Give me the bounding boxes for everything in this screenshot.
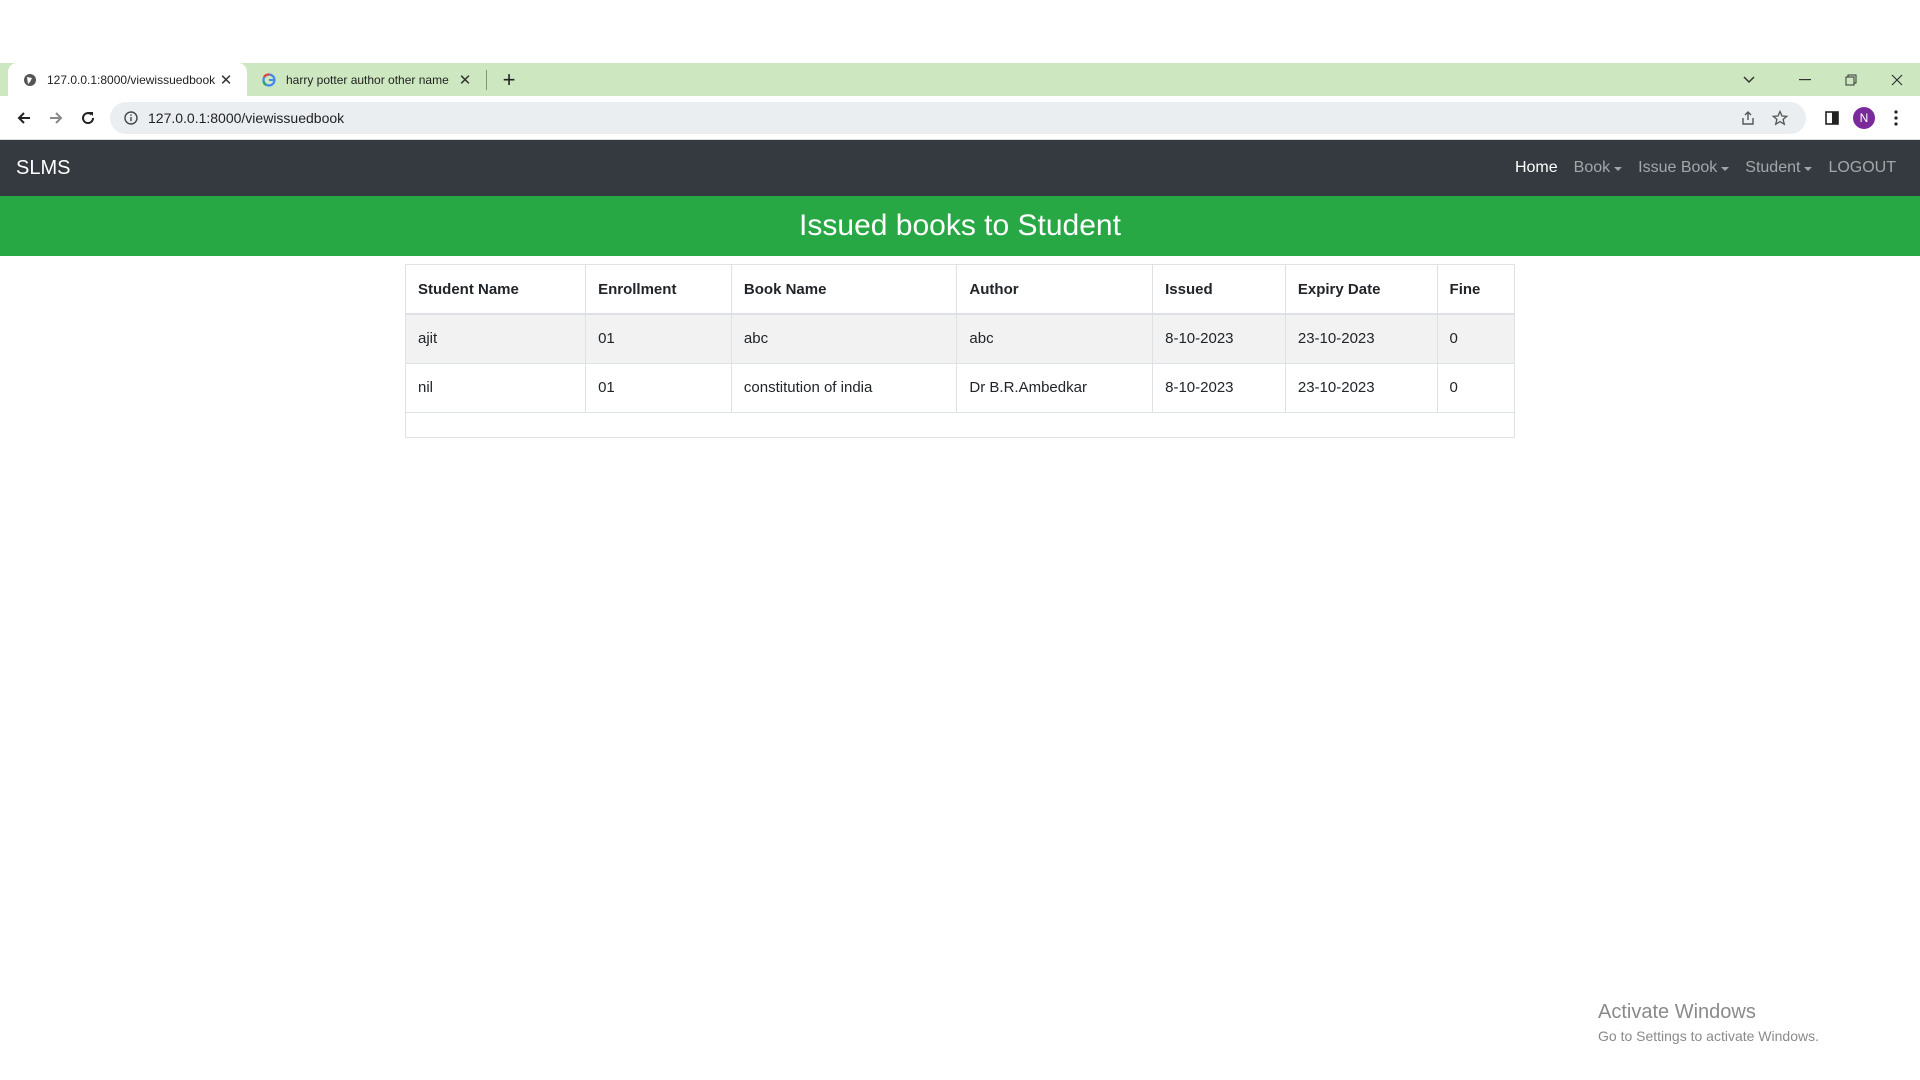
restore-button[interactable] — [1828, 63, 1874, 96]
column-header: Student Name — [406, 265, 587, 315]
watermark-title: Activate Windows — [1598, 1001, 1756, 1023]
brand-logo[interactable]: SLMS — [16, 157, 70, 180]
reload-button[interactable] — [72, 102, 104, 134]
table-footer — [406, 413, 1514, 437]
profile-avatar[interactable]: N — [1848, 102, 1880, 134]
table-cell: 8-10-2023 — [1152, 314, 1286, 364]
table-cell: 23-10-2023 — [1285, 314, 1438, 364]
issued-books-table: Student Name Enrollment Book Name Author… — [405, 264, 1515, 438]
nav-label: LOGOUT — [1828, 159, 1896, 176]
page-banner: Issued books to Student — [0, 196, 1920, 256]
table-cell: Dr B.R.Ambedkar — [956, 363, 1154, 413]
window-controls — [1726, 63, 1920, 96]
page-title: Issued books to Student — [799, 209, 1121, 242]
close-icon[interactable]: ✕ — [456, 71, 474, 89]
window-close-button[interactable] — [1874, 63, 1920, 96]
table-row: nil 01 constitution of india Dr B.R.Ambe… — [406, 363, 1514, 413]
menu-kebab-icon[interactable] — [1880, 102, 1912, 134]
minimize-button[interactable] — [1782, 63, 1828, 96]
column-header: Enrollment — [585, 265, 732, 315]
watermark-subtitle: Go to Settings to activate Windows. — [1598, 1028, 1819, 1044]
side-panel-icon[interactable] — [1816, 102, 1848, 134]
table-header-row: Student Name Enrollment Book Name Author… — [406, 265, 1514, 315]
caret-down-icon — [1804, 167, 1813, 171]
forward-button[interactable] — [40, 102, 72, 134]
avatar: N — [1853, 106, 1875, 129]
table-cell: 0 — [1437, 314, 1514, 364]
column-header: Fine — [1437, 265, 1514, 315]
caret-down-icon — [1614, 167, 1623, 171]
column-header: Book Name — [731, 265, 958, 315]
nav-student-dropdown[interactable]: Student — [1737, 159, 1820, 177]
tab-strip: 127.0.0.1:8000/viewissuedbook ✕ harry po… — [0, 63, 1920, 96]
nav-home[interactable]: Home — [1507, 159, 1566, 177]
close-icon[interactable]: ✕ — [217, 71, 235, 89]
google-icon — [261, 72, 277, 88]
table-cell: 0 — [1437, 363, 1514, 413]
windows-activation-watermark: Activate Windows Go to Settings to activ… — [1598, 1001, 1819, 1044]
table-cell: abc — [956, 314, 1154, 364]
column-header: Issued — [1152, 265, 1286, 315]
caret-down-icon — [1721, 167, 1730, 171]
table-row: ajit 01 abc abc 8-10-2023 23-10-2023 0 — [406, 314, 1514, 364]
table-cell: ajit — [406, 314, 587, 364]
table-cell: abc — [731, 314, 958, 364]
nav-issue-book-dropdown[interactable]: Issue Book — [1630, 159, 1737, 177]
tab-search-chevron-icon[interactable] — [1726, 63, 1772, 96]
bookmark-star-icon[interactable] — [1764, 104, 1796, 132]
tab-separator — [486, 69, 487, 90]
nav-book-dropdown[interactable]: Book — [1566, 159, 1630, 177]
nav-logout[interactable]: LOGOUT — [1820, 159, 1904, 177]
column-header: Author — [956, 265, 1154, 315]
browser-toolbar: 127.0.0.1:8000/viewissuedbook N — [0, 96, 1920, 140]
tab-title: harry potter author other name — [286, 72, 449, 87]
table-cell: nil — [406, 363, 587, 413]
globe-icon — [22, 72, 38, 88]
tab-google-search[interactable]: harry potter author other name ✕ — [247, 63, 486, 96]
info-icon[interactable] — [122, 109, 140, 127]
app-navbar: SLMS Home Book Issue Book Student LOGOUT — [0, 140, 1920, 196]
share-icon[interactable] — [1732, 104, 1764, 132]
new-tab-button[interactable]: + — [495, 66, 523, 94]
tab-viewissuedbook[interactable]: 127.0.0.1:8000/viewissuedbook ✕ — [8, 63, 247, 96]
column-header: Expiry Date — [1285, 265, 1438, 315]
url-text[interactable]: 127.0.0.1:8000/viewissuedbook — [148, 110, 1732, 126]
table-cell: constitution of india — [731, 363, 958, 413]
nav-label: Home — [1514, 159, 1558, 176]
tab-title: 127.0.0.1:8000/viewissuedbook — [47, 72, 216, 87]
address-bar[interactable]: 127.0.0.1:8000/viewissuedbook — [110, 101, 1806, 134]
table-cell: 8-10-2023 — [1152, 363, 1286, 413]
nav-label: Issue Book — [1638, 159, 1718, 176]
nav-label: Book — [1573, 159, 1611, 176]
table-cell: 23-10-2023 — [1285, 363, 1438, 413]
back-button[interactable] — [8, 102, 40, 134]
table-cell: 01 — [585, 314, 732, 364]
nav-links: Home Book Issue Book Student LOGOUT — [1507, 159, 1904, 177]
nav-label: Student — [1745, 159, 1801, 176]
table-cell: 01 — [585, 363, 732, 413]
screen-top-margin — [0, 0, 1920, 63]
